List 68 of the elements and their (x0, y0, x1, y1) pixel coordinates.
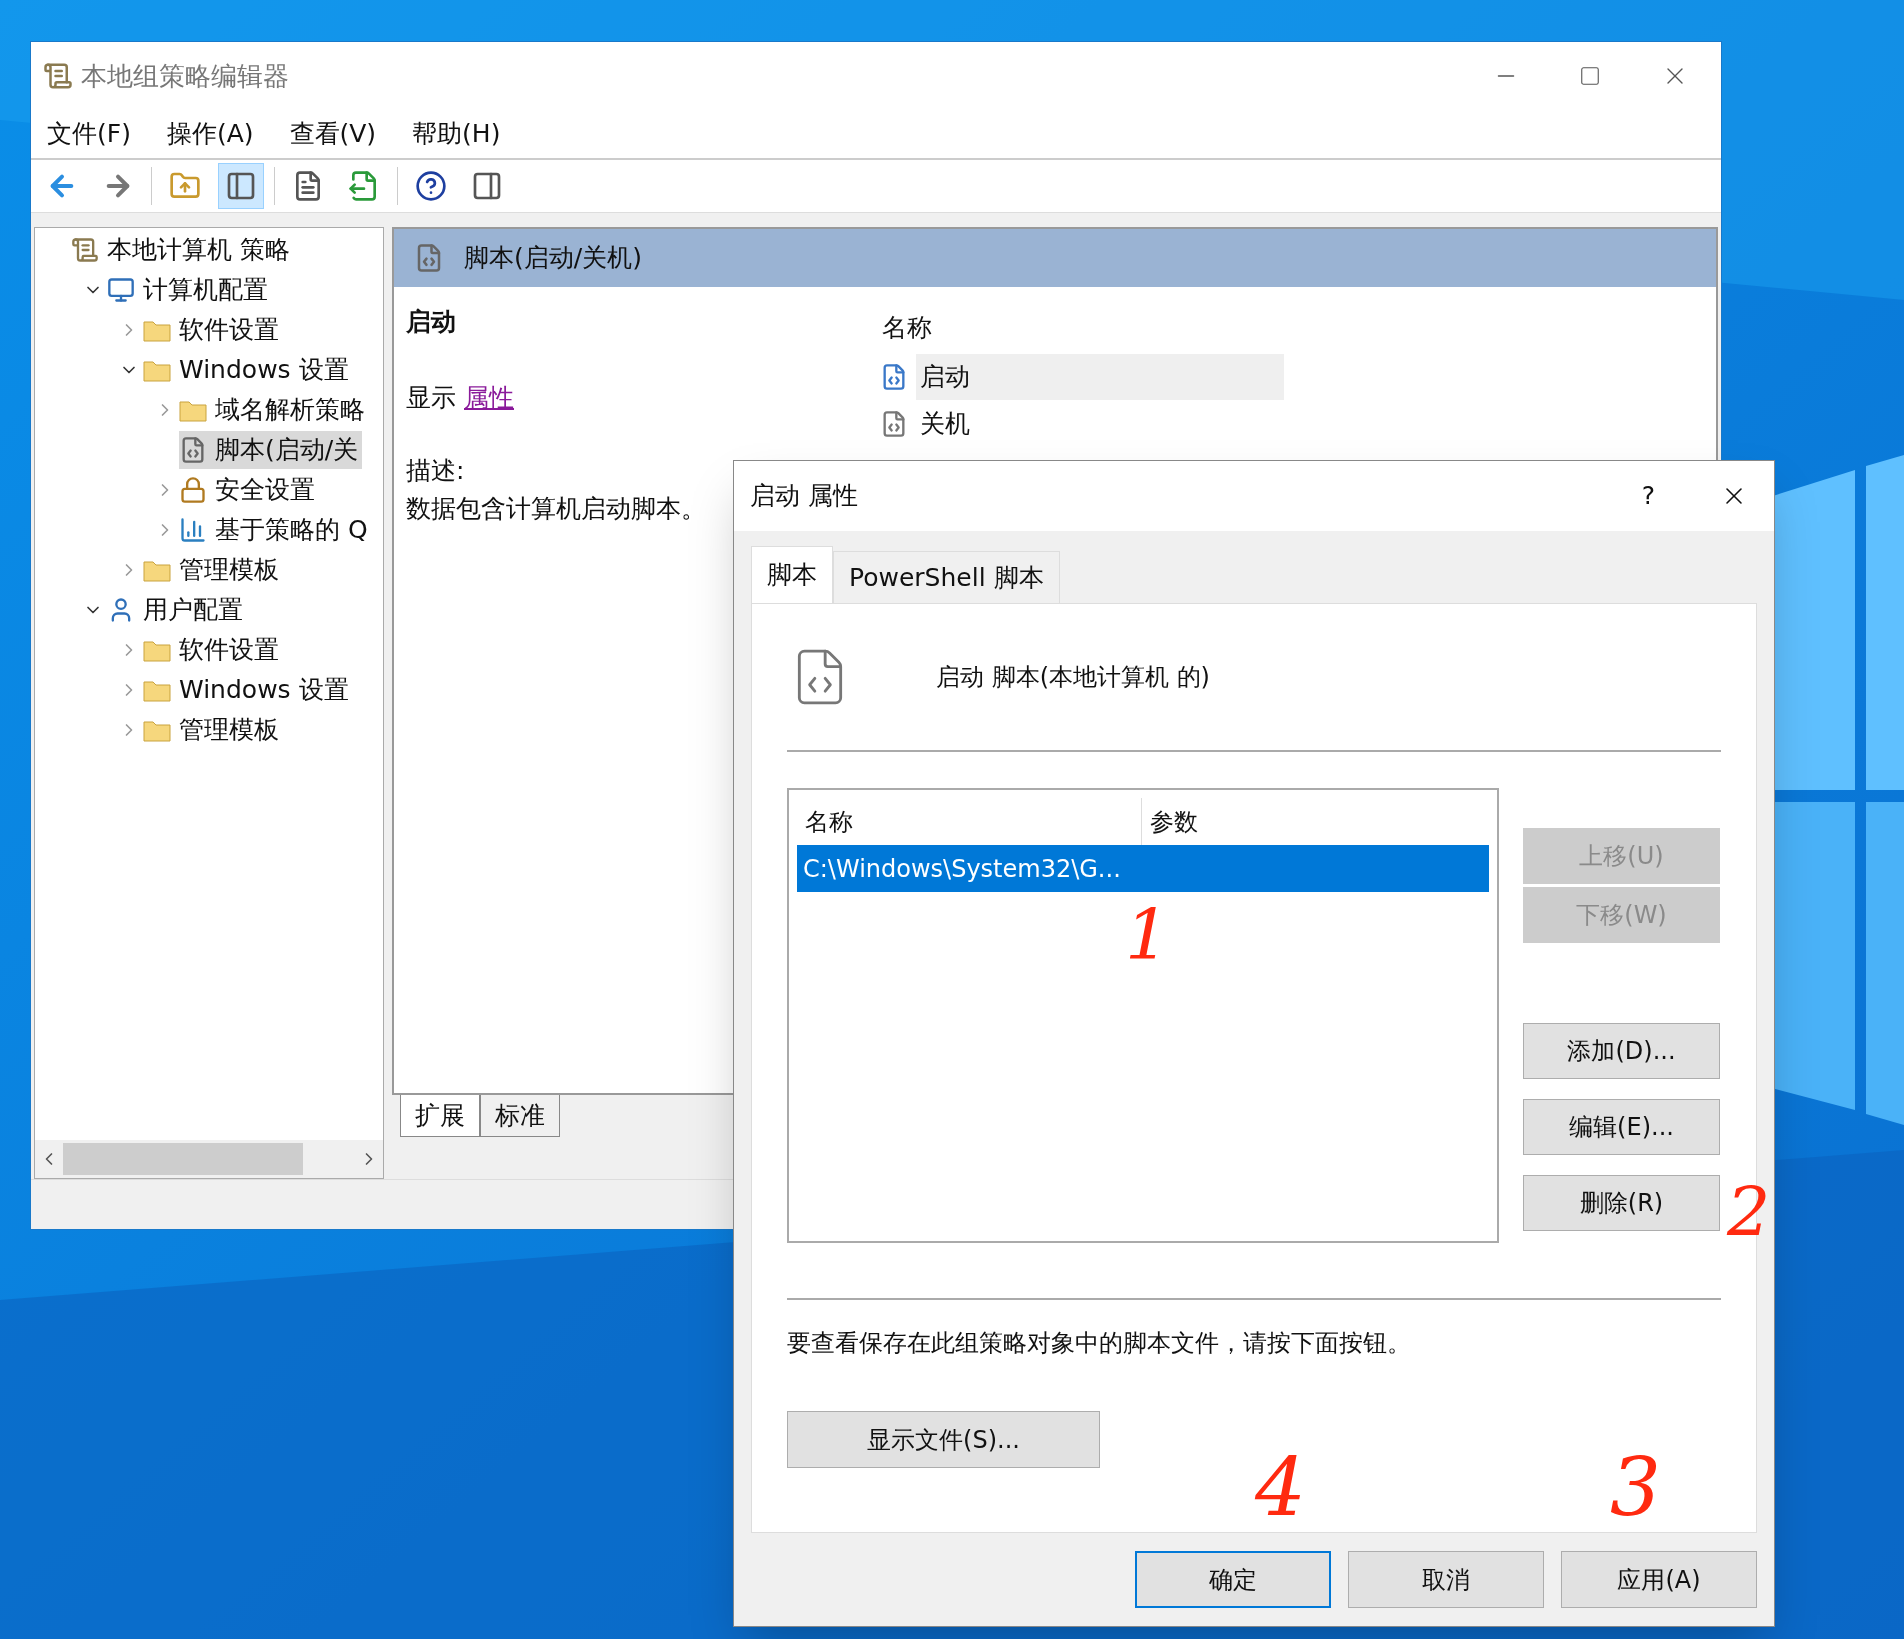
folder-icon (143, 678, 171, 702)
tree-item[interactable]: 软件设置 (143, 311, 283, 349)
scrollbar-thumb[interactable] (63, 1143, 303, 1175)
view-tab[interactable]: 标准 (480, 1095, 560, 1137)
show-files-button[interactable]: 显示文件(S)... (787, 1411, 1100, 1468)
panel-icon (225, 170, 257, 202)
help-icon (415, 170, 447, 202)
show-label: 显示 (406, 381, 456, 414)
tree-item[interactable]: 脚本(启动/关 (179, 431, 363, 469)
tree-item[interactable]: 软件设置 (143, 631, 283, 669)
lock-icon (179, 476, 207, 504)
side-button[interactable]: 编辑(E)... (1523, 1099, 1720, 1155)
help-button[interactable]: ? (1641, 477, 1655, 515)
window-title: 本地组策略编辑器 (81, 59, 289, 93)
pane-title: 脚本(启动/关机) (464, 242, 642, 275)
handwritten-annotation: 3 (1610, 1448, 1661, 1528)
menu-item[interactable]: 文件(F) (47, 115, 131, 153)
dialog-tab[interactable]: 脚本 (751, 546, 833, 603)
script-path: C:\Windows\System32\G... (803, 853, 1121, 885)
handwritten-annotation: 1 (1125, 900, 1170, 970)
properties-link[interactable]: 属性 (464, 378, 514, 416)
section-heading: 启动 (406, 306, 457, 338)
folder-icon (143, 358, 171, 382)
tree-item[interactable]: Windows 设置 (143, 671, 353, 709)
view-tab[interactable]: 扩展 (400, 1095, 480, 1137)
tree-item[interactable]: 管理模板 (143, 551, 283, 589)
column-header[interactable]: 名称 (854, 303, 1284, 353)
menu-item[interactable]: 查看(V) (289, 115, 377, 153)
handwritten-annotation: 2 (1727, 1178, 1771, 1246)
horizontal-scrollbar[interactable] (35, 1140, 383, 1178)
dialog-heading: 启动 脚本(本地计算机 的) (936, 662, 1210, 693)
tree-item[interactable]: Windows 设置 (143, 351, 353, 389)
dialog-button[interactable]: 应用(A) (1561, 1551, 1757, 1608)
tree-item[interactable]: 域名解析策略 (179, 391, 369, 429)
description-text: 数据包含计算机启动脚本。 (406, 492, 706, 525)
script-row[interactable]: C:\Windows\System32\G... (797, 845, 1489, 892)
scroll-icon (71, 236, 99, 264)
tree-item[interactable]: 管理模板 (143, 711, 283, 749)
computer-icon (107, 276, 135, 304)
side-button[interactable]: 删除(R) (1523, 1175, 1720, 1231)
tree-item[interactable]: 本地计算机 策略 (71, 231, 294, 269)
maximize-icon[interactable] (1579, 65, 1601, 87)
handwritten-annotation: 4 (1255, 1448, 1306, 1528)
folder-icon (143, 718, 171, 742)
tree-item[interactable]: 基于策略的 Q (179, 511, 372, 549)
menu-item[interactable]: 帮助(H) (412, 115, 501, 153)
dialog-tab[interactable]: PowerShell 脚本 (833, 551, 1060, 603)
dialog-button[interactable]: 确定 (1135, 1551, 1331, 1608)
scroll-icon (43, 61, 73, 91)
tree-item[interactable]: 安全设置 (179, 471, 319, 509)
folder-icon (143, 318, 171, 342)
toolbar-button[interactable] (218, 163, 264, 209)
bar-chart-icon (179, 516, 207, 544)
folder-icon (143, 558, 171, 582)
folder-icon (179, 398, 207, 422)
panel-icon (471, 170, 503, 202)
dialog-button[interactable]: 取消 (1348, 1551, 1544, 1608)
folder-icon (143, 638, 171, 662)
dialog-title: 启动 属性 (750, 480, 858, 513)
description-label: 描述: (406, 455, 465, 487)
tree-item[interactable]: 用户配置 (107, 591, 247, 629)
side-button[interactable]: 添加(D)... (1523, 1023, 1720, 1079)
column-header[interactable]: 参数 (1142, 798, 1489, 845)
note-text: 要查看保存在此组策略对象中的脚本文件，请按下面按钮。 (787, 1328, 1412, 1359)
tree-item[interactable]: 计算机配置 (107, 271, 272, 309)
list-item[interactable]: 启动 (916, 353, 1284, 400)
list-item[interactable]: 关机 (916, 400, 1284, 447)
menu-item[interactable]: 操作(A) (166, 115, 254, 153)
